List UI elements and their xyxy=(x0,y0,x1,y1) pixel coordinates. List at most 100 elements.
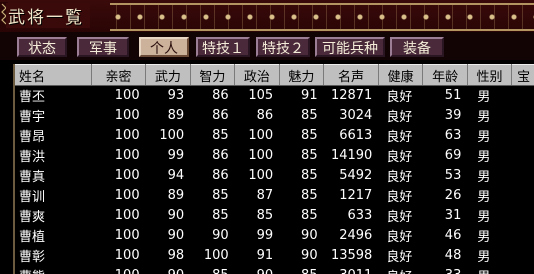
column-header-charisma[interactable]: 魅力 xyxy=(279,64,325,86)
column-header-politics[interactable]: 政治 xyxy=(234,64,280,86)
cell-strength: 90 xyxy=(145,265,191,274)
column-header-strength[interactable]: 武力 xyxy=(145,64,191,86)
cell-health: 良好 xyxy=(378,225,423,246)
cell-charisma: 85 xyxy=(279,165,324,186)
cell-intimacy: 100 xyxy=(91,185,146,206)
cell-intimacy: 100 xyxy=(91,165,146,186)
cell-charisma: 85 xyxy=(279,105,324,126)
cell-strength: 99 xyxy=(145,145,191,166)
cell-strength: 100 xyxy=(145,125,191,146)
cell-gender: 男 xyxy=(467,125,512,146)
tab-equipment[interactable]: 装备 xyxy=(390,37,444,57)
cell-intelligence: 86 xyxy=(190,105,235,126)
table-row[interactable]: 曹真 100 94 86 100 85 5492 良好 53 男 xyxy=(15,165,534,186)
cell-health: 良好 xyxy=(378,85,423,106)
cell-intelligence: 90 xyxy=(190,225,235,246)
column-header-intimacy[interactable]: 亲密 xyxy=(91,64,147,86)
cell-age: 26 xyxy=(422,185,468,206)
cell-gender: 男 xyxy=(467,205,512,226)
cell-fame: 2496 xyxy=(323,225,379,246)
tab-skill-1[interactable]: 特技１ xyxy=(196,37,250,57)
cell-name: 曹真 xyxy=(15,165,92,186)
column-header-health[interactable]: 健康 xyxy=(378,64,424,86)
cell-fame: 14190 xyxy=(323,145,379,166)
cell-intimacy: 100 xyxy=(91,205,146,226)
cell-charisma: 85 xyxy=(279,205,324,226)
table-row[interactable]: 曹宇 100 89 86 86 85 3024 良好 39 男 xyxy=(15,105,534,126)
table-row[interactable]: 曹洪 100 99 86 100 85 14190 良好 69 男 xyxy=(15,145,534,166)
table-row[interactable]: 曹熊100908590853011良好33男 xyxy=(15,265,534,274)
cell-politics: 99 xyxy=(234,225,280,246)
cell-treasure xyxy=(511,225,534,246)
cell-treasure xyxy=(511,165,534,186)
table-row[interactable]: 曹训 100 89 85 87 85 1217 良好 26 男 xyxy=(15,185,534,206)
cell-health: 良好 xyxy=(378,145,423,166)
cell-treasure xyxy=(511,105,534,126)
cell-strength: 89 xyxy=(145,105,191,126)
cell-age: 69 xyxy=(422,145,468,166)
cell-politics: 100 xyxy=(234,125,280,146)
cell-gender: 男 xyxy=(467,185,512,206)
officer-table: 姓名 亲密 武力 智力 政治 魅力 名声 健康 年龄 性别 宝 曹丕 100 93 8… xyxy=(13,64,534,274)
column-header-name[interactable]: 姓名 xyxy=(15,64,92,86)
cell-name: 曹熊 xyxy=(15,265,92,274)
cell-health: 良好 xyxy=(378,165,423,186)
table-row[interactable]: 曹植 100 90 90 99 90 2496 良好 46 男 xyxy=(15,225,534,246)
cell-intelligence: 85 xyxy=(190,265,235,274)
cell-politics: 90 xyxy=(234,265,280,274)
cell-treasure xyxy=(511,185,534,206)
cell-charisma: 85 xyxy=(279,265,324,274)
cell-gender: 男 xyxy=(467,265,512,274)
cell-intelligence: 86 xyxy=(190,165,235,186)
tab-possible-troops[interactable]: 可能兵种 xyxy=(315,37,385,57)
cell-strength: 90 xyxy=(145,205,191,226)
cell-fame: 5492 xyxy=(323,165,379,186)
cell-gender: 男 xyxy=(467,165,512,186)
cell-treasure xyxy=(511,205,534,226)
tab-skill-2[interactable]: 特技２ xyxy=(256,37,310,57)
column-header-gender[interactable]: 性别 xyxy=(467,64,513,86)
cell-treasure xyxy=(511,125,534,146)
cell-politics: 100 xyxy=(234,165,280,186)
cell-politics: 105 xyxy=(234,85,280,106)
tab-military[interactable]: 军事 xyxy=(77,37,129,57)
cell-politics: 87 xyxy=(234,185,280,206)
cell-charisma: 91 xyxy=(279,85,324,106)
cell-gender: 男 xyxy=(467,105,512,126)
cell-intimacy: 100 xyxy=(91,225,146,246)
cell-strength: 98 xyxy=(145,245,191,266)
tab-status[interactable]: 状态 xyxy=(17,37,67,57)
title-bar: 武将一覧 xyxy=(0,0,534,34)
tab-personal[interactable]: 个人 xyxy=(139,37,189,57)
cell-name: 曹洪 xyxy=(15,145,92,166)
cell-fame: 1217 xyxy=(323,185,379,206)
column-header-age[interactable]: 年龄 xyxy=(422,64,468,86)
cell-strength: 90 xyxy=(145,225,191,246)
table-row[interactable]: 曹丕 100 93 86 105 91 12871 良好 51 男 xyxy=(15,85,534,106)
cell-name: 曹昂 xyxy=(15,125,92,146)
cell-treasure xyxy=(511,85,534,106)
cell-health: 良好 xyxy=(378,125,423,146)
cell-gender: 男 xyxy=(467,245,512,266)
cell-strength: 93 xyxy=(145,85,191,106)
cell-charisma: 85 xyxy=(279,185,324,206)
cell-fame: 13598 xyxy=(323,245,379,266)
cell-gender: 男 xyxy=(467,225,512,246)
cell-age: 53 xyxy=(422,165,468,186)
column-header-fame[interactable]: 名声 xyxy=(323,64,379,86)
table-row[interactable]: 曹彰 100 98 100 91 90 13598 良好 48 男 xyxy=(15,245,534,266)
cell-strength: 94 xyxy=(145,165,191,186)
cell-intimacy: 100 xyxy=(91,245,146,266)
cell-age: 46 xyxy=(422,225,468,246)
cell-treasure xyxy=(511,265,534,274)
cell-politics: 91 xyxy=(234,245,280,266)
cell-gender: 男 xyxy=(467,85,512,106)
table-row[interactable]: 曹爽 100 90 85 85 85 633 良好 31 男 xyxy=(15,205,534,226)
cell-age: 48 xyxy=(422,245,468,266)
cell-health: 良好 xyxy=(378,205,423,226)
column-header-intelligence[interactable]: 智力 xyxy=(190,64,236,86)
cell-age: 39 xyxy=(422,105,468,126)
column-header-treasure[interactable]: 宝 xyxy=(511,64,534,86)
table-row[interactable]: 曹昂 100 100 85 100 85 6613 良好 63 男 xyxy=(15,125,534,146)
cell-intelligence: 85 xyxy=(190,185,235,206)
